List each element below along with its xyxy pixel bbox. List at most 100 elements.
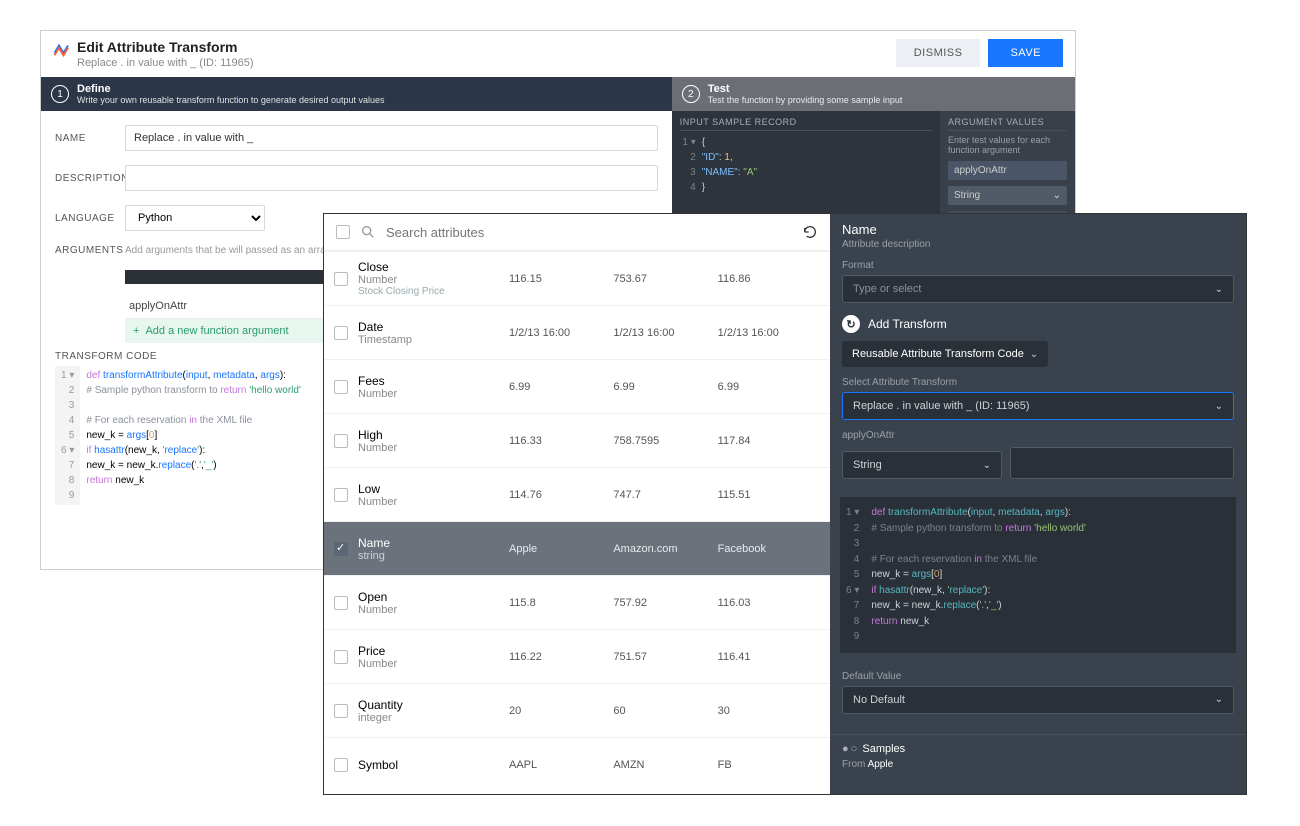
row-checkbox[interactable] [334, 434, 348, 448]
attribute-row[interactable]: NamestringAppleAmazon.comFacebook [324, 521, 830, 575]
app-logo-icon [53, 41, 71, 59]
sample-cell: 116.41 [712, 651, 816, 663]
sample-cell: 116.15 [503, 273, 607, 285]
attribute-row[interactable]: Quantityinteger206030 [324, 683, 830, 737]
attribute-panel: CloseNumberStock Closing Price116.15753.… [323, 213, 1247, 795]
attribute-row[interactable]: HighNumber116.33758.7595117.84 [324, 413, 830, 467]
step-define[interactable]: 1 Define Write your own reusable transfo… [41, 77, 672, 111]
attribute-row[interactable]: PriceNumber 116.22751.57116.41 [324, 629, 830, 683]
sample-cell: 60 [607, 705, 711, 717]
format-select[interactable]: Type or select ⌄ [842, 275, 1234, 303]
sample-cell: 115.8 [503, 597, 607, 609]
attribute-row[interactable]: OpenNumber115.8757.92116.03 [324, 575, 830, 629]
arg-type-select[interactable]: String ⌄ [842, 451, 1002, 479]
attr-name: Symbol [358, 758, 497, 772]
arguments-label: ARGUMENTS [55, 245, 125, 256]
select-transform-dropdown[interactable]: Replace . in value with _ (ID: 11965) ⌄ [842, 392, 1234, 420]
search-bar [324, 214, 830, 251]
format-label: Format [842, 260, 1234, 271]
select-all-checkbox[interactable] [336, 225, 350, 239]
row-checkbox[interactable] [334, 326, 348, 340]
add-transform-icon: ↻ [842, 315, 860, 333]
sample-cell: 1/2/13 16:00 [503, 327, 607, 339]
attr-name: Date [358, 320, 497, 334]
attr-name: Low [358, 482, 497, 496]
argument-values-header: ARGUMENT VALUES [948, 117, 1067, 131]
row-checkbox[interactable] [334, 380, 348, 394]
samples-dots-icon: ●○ [842, 743, 859, 755]
language-label: LANGUAGE [55, 213, 125, 224]
sample-cell: AMZN [607, 759, 711, 771]
sample-cell: 20 [503, 705, 607, 717]
attr-name: Open [358, 590, 497, 604]
argument-values-sub: Enter test values for each function argu… [948, 135, 1067, 155]
row-checkbox[interactable] [334, 758, 348, 772]
sample-cell: Facebook [712, 543, 816, 555]
samples-label: Samples [862, 743, 905, 755]
sample-cell: 758.7595 [607, 435, 711, 447]
attr-type: Timestamp [358, 334, 497, 346]
transform-code-preview[interactable]: 1 ▾23456 ▾789 def transformAttribute(inp… [840, 497, 1236, 653]
description-input[interactable] [125, 165, 658, 191]
row-checkbox[interactable] [334, 272, 348, 286]
attr-type: Number [358, 442, 497, 454]
attr-type: Number [358, 658, 497, 670]
step-1-sub: Write your own reusable transform functi… [77, 95, 385, 105]
input-sample-json[interactable]: 1 ▾{2 "ID": 1,3 "NAME": "A"4} [680, 135, 932, 195]
attr-name: Price [358, 644, 497, 658]
attr-name: Close [358, 260, 497, 274]
refresh-icon[interactable] [802, 224, 818, 240]
sample-cell: 751.57 [607, 651, 711, 663]
step-2-title: Test [708, 83, 903, 95]
sample-cell: Amazon.com [607, 543, 711, 555]
save-button[interactable]: SAVE [988, 39, 1063, 67]
sample-cell: FB [712, 759, 816, 771]
step-bar: 1 Define Write your own reusable transfo… [41, 77, 1075, 111]
step-1-number: 1 [51, 85, 69, 103]
row-checkbox[interactable] [334, 650, 348, 664]
row-checkbox[interactable] [334, 488, 348, 502]
attr-type: Number [358, 274, 497, 286]
sample-cell: 6.99 [712, 381, 816, 393]
row-checkbox[interactable] [334, 704, 348, 718]
arg-type-select[interactable]: String ⌄ [948, 186, 1067, 205]
modal-title: Edit Attribute Transform [77, 39, 896, 55]
name-label: NAME [55, 133, 125, 144]
sample-cell: 1/2/13 16:00 [607, 327, 711, 339]
sample-cell: 6.99 [607, 381, 711, 393]
attribute-row[interactable]: DateTimestamp1/2/13 16:001/2/13 16:001/2… [324, 305, 830, 359]
dismiss-button[interactable]: DISMISS [896, 39, 981, 67]
sample-cell: 757.92 [607, 597, 711, 609]
attribute-row[interactable]: LowNumber114.76747.7115.51 [324, 467, 830, 521]
attribute-table: CloseNumberStock Closing Price116.15753.… [324, 251, 830, 794]
attr-type: string [358, 550, 497, 562]
step-2-number: 2 [682, 85, 700, 103]
search-input[interactable] [386, 225, 792, 240]
sample-cell: 6.99 [503, 381, 607, 393]
sample-cell: 1/2/13 16:00 [712, 327, 816, 339]
sample-cell: 117.84 [712, 435, 816, 447]
row-checkbox[interactable] [334, 596, 348, 610]
samples-from-label: From [842, 759, 865, 770]
arg-value-input[interactable] [1010, 447, 1234, 479]
name-input[interactable] [125, 125, 658, 151]
sample-cell: Apple [503, 543, 607, 555]
attribute-row[interactable]: CloseNumberStock Closing Price116.15753.… [324, 251, 830, 305]
attribute-row[interactable]: Symbol AAPLAMZNFB [324, 737, 830, 791]
row-checkbox[interactable] [334, 542, 348, 556]
language-select[interactable]: Python [125, 205, 265, 231]
sample-cell: AAPL [503, 759, 607, 771]
attr-desc: Stock Closing Price [358, 286, 497, 297]
sample-cell: 116.22 [503, 651, 607, 663]
sample-cell: 115.51 [712, 489, 816, 501]
step-test[interactable]: 2 Test Test the function by providing so… [672, 77, 1075, 111]
arg-name-label: applyOnAttr [842, 430, 1234, 441]
chevron-down-icon: ⌄ [1030, 349, 1038, 360]
sample-cell: 116.03 [712, 597, 816, 609]
attribute-row[interactable]: FeesNumber6.996.996.99 [324, 359, 830, 413]
transform-type-select[interactable]: Reusable Attribute Transform Code ⌄ [842, 341, 1048, 367]
default-value-label: Default Value [842, 671, 1234, 682]
attr-name: Quantity [358, 698, 497, 712]
sample-cell: 747.7 [607, 489, 711, 501]
default-value-select[interactable]: No Default ⌄ [842, 686, 1234, 714]
